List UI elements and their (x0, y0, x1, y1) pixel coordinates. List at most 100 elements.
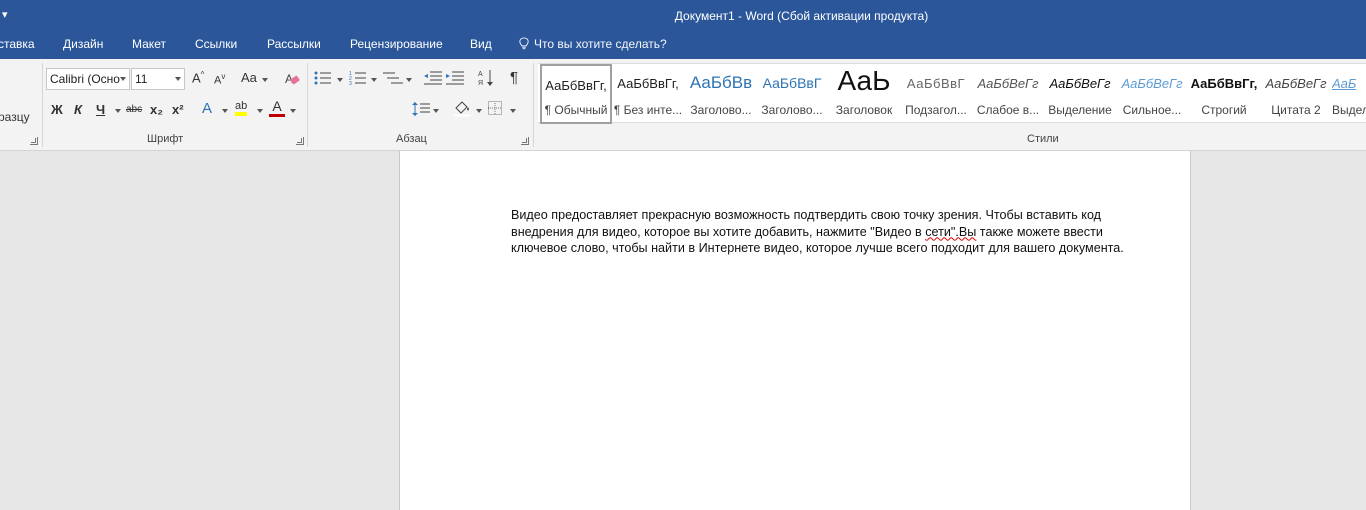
underline-button[interactable]: Ч (96, 102, 105, 117)
multilevel-list-icon[interactable] (383, 71, 403, 85)
window-title: Документ1 - Word (Сбой активации продукт… (674, 9, 929, 23)
show-marks-button[interactable]: ¶ (510, 69, 518, 86)
style-preview: АаБ (1332, 76, 1357, 91)
style-preview: АаБбВвГг, (617, 76, 679, 91)
superscript-button[interactable]: x² (172, 102, 184, 117)
tell-me-text: Что вы хотите сделать? (534, 37, 667, 51)
spelling-error-text[interactable]: сети".Вы (925, 225, 976, 239)
style-preview: АаБбВеГг (977, 76, 1039, 91)
style-name: ¶ Без инте... (613, 103, 683, 117)
svg-text:Я: Я (478, 80, 483, 87)
style-preview: АаБбВв (689, 73, 753, 92)
chevron-down-icon[interactable] (115, 109, 121, 113)
style-name: Цитата 2 (1271, 103, 1321, 117)
document-page[interactable]: Видео предоставляет прекрасную возможнос… (399, 151, 1191, 510)
style-name: Заголовок (835, 103, 893, 117)
style-name: Выдел (1332, 103, 1366, 117)
tell-me-box[interactable]: Что вы хотите сделать? (518, 37, 667, 51)
style-heading-1[interactable]: АаБбВв Заголово... (685, 64, 757, 124)
style-name: Выделение (1048, 103, 1112, 117)
chevron-down-icon[interactable] (222, 109, 228, 113)
style-subtitle[interactable]: АаБбВвГ Подзагол... (900, 64, 972, 124)
style-intense-quote[interactable]: АаБ Выдел (1332, 64, 1366, 124)
borders-icon[interactable] (488, 101, 502, 115)
clear-formatting-icon[interactable]: A (284, 71, 300, 87)
decrease-indent-icon[interactable] (424, 71, 442, 85)
style-preview: АаБбВеГг (1121, 76, 1183, 91)
chevron-down-icon[interactable] (433, 109, 439, 113)
chevron-down-icon[interactable] (406, 78, 412, 82)
style-name: ¶ Обычный (544, 103, 608, 117)
subscript-button[interactable]: x₂ (150, 102, 163, 117)
chevron-down-icon (120, 77, 126, 81)
style-preview: АаБбВвГг, (1190, 76, 1258, 91)
italic-button[interactable]: К (74, 102, 82, 117)
chevron-down-icon[interactable] (371, 78, 377, 82)
style-title[interactable]: АаЬ Заголовок (827, 64, 901, 124)
format-painter-label[interactable]: разцу (0, 110, 30, 124)
style-normal[interactable]: АаБбВвГг, ¶ Обычный (540, 64, 612, 124)
separator (533, 63, 534, 147)
style-preview: АаЬ (837, 65, 891, 96)
style-preview: АаБбВвГ (762, 75, 822, 91)
font-group-label: Шрифт (147, 133, 184, 145)
font-name-box[interactable]: Calibri (Осно (46, 68, 130, 90)
ribbon-tabs: ставка Дизайн Макет Ссылки Рассылки Реце… (0, 33, 1366, 59)
tab-insert[interactable]: ставка (0, 37, 35, 51)
tab-mailings[interactable]: Рассылки (267, 37, 321, 51)
paragraph-launcher-icon[interactable] (521, 137, 529, 145)
tab-design[interactable]: Дизайн (63, 37, 103, 51)
increase-indent-icon[interactable] (446, 71, 464, 85)
text-effects-button[interactable]: A (202, 100, 212, 117)
sort-icon[interactable]: A Я (478, 69, 494, 87)
font-size-box[interactable]: 11 (131, 68, 185, 90)
style-name: Слабое в... (976, 103, 1040, 117)
bold-button[interactable]: Ж (51, 102, 63, 117)
numbering-icon[interactable]: 1 2 3 (349, 70, 367, 86)
clipboard-launcher-icon[interactable] (30, 137, 38, 145)
style-name: Строгий (1201, 103, 1247, 117)
style-intense-emphasis[interactable]: АаБбВеГг Сильное... (1116, 64, 1188, 124)
shading-icon[interactable] (453, 100, 471, 117)
style-preview: АаБбВвГг, (545, 78, 607, 93)
style-name: Сильное... (1122, 103, 1182, 117)
font-launcher-icon[interactable] (296, 137, 304, 145)
font-name-value: Calibri (Осно (50, 72, 120, 86)
tab-references[interactable]: Ссылки (195, 37, 237, 51)
chevron-down-icon[interactable] (337, 78, 343, 82)
chevron-down-icon[interactable] (262, 78, 268, 82)
style-no-spacing[interactable]: АаБбВвГг, ¶ Без инте... (612, 64, 684, 124)
separator (307, 63, 308, 147)
tab-review[interactable]: Рецензирование (350, 37, 443, 51)
line-spacing-icon[interactable] (412, 101, 430, 117)
style-heading-2[interactable]: АаБбВвГ Заголово... (756, 64, 828, 124)
grow-font-icon: A (192, 70, 201, 86)
styles-group-label: Стили (1027, 133, 1059, 145)
chevron-down-icon[interactable] (290, 109, 296, 113)
title-bar: ▾ Документ1 - Word (Сбой активации проду… (0, 0, 1366, 33)
document-workspace: Видео предоставляет прекрасную возможнос… (0, 151, 1366, 510)
grow-font-button[interactable]: A^ (192, 70, 204, 85)
chevron-down-icon[interactable] (476, 109, 482, 113)
chevron-down-icon[interactable] (257, 109, 263, 113)
lightbulb-icon (519, 37, 529, 50)
strikethrough-button[interactable]: abc (126, 104, 142, 115)
chevron-down-icon[interactable] (510, 109, 516, 113)
document-body-text[interactable]: Видео предоставляет прекрасную возможнос… (511, 207, 1131, 257)
highlight-button[interactable]: ab (235, 100, 248, 116)
style-name: Подзагол... (905, 103, 967, 117)
style-strong[interactable]: АаБбВвГг, Строгий (1188, 64, 1260, 124)
shrink-font-button[interactable]: Av (214, 72, 225, 87)
bullets-icon[interactable] (314, 71, 332, 85)
style-quote-2[interactable]: АаБбВеГг Цитата 2 (1260, 64, 1332, 124)
style-name: Заголово... (761, 103, 823, 117)
change-case-button[interactable]: Aa (241, 70, 257, 85)
style-subtle-emphasis[interactable]: АаБбВеГг Слабое в... (972, 64, 1044, 124)
style-emphasis[interactable]: АаБбВеГг Выделение (1044, 64, 1116, 124)
style-name: Заголово... (690, 103, 752, 117)
separator (42, 63, 43, 147)
font-color-button[interactable]: A (269, 99, 285, 117)
change-case-icon: Aa (241, 70, 257, 85)
tab-view[interactable]: Вид (470, 37, 492, 51)
tab-layout[interactable]: Макет (132, 37, 166, 51)
